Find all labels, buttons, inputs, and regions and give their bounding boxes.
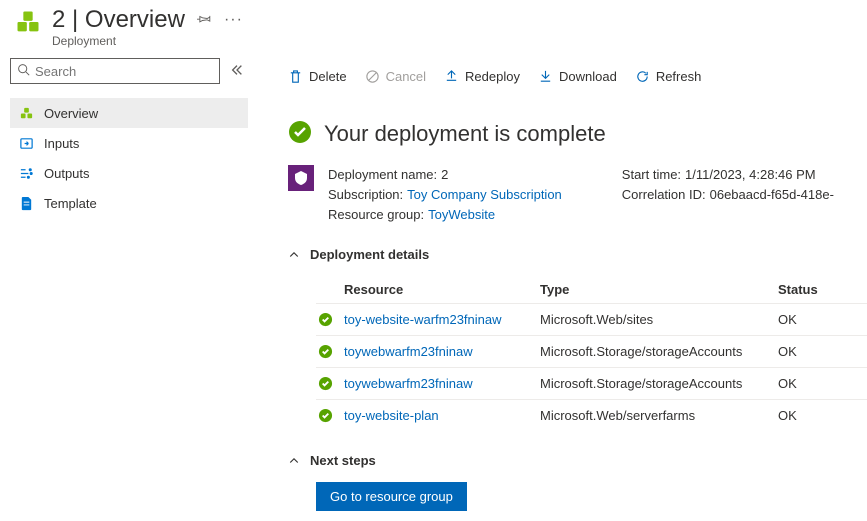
resource-status: OK — [778, 376, 867, 391]
table-row: toywebwarfm23fninaw Microsoft.Storage/sto… — [316, 335, 867, 367]
pin-icon[interactable] — [197, 11, 212, 29]
start-time-label: Start time: — [622, 165, 681, 185]
subscription-link[interactable]: Toy Company Subscription — [407, 185, 562, 205]
success-check-icon — [316, 344, 334, 359]
resource-status: OK — [778, 408, 867, 423]
next-steps-toggle[interactable]: Next steps — [288, 453, 867, 468]
sidebar-item-outputs[interactable]: Outputs — [10, 158, 248, 188]
resource-link[interactable]: toy-website-warfm23fninaw — [344, 312, 502, 327]
table-row: toy-website-plan Microsoft.Web/serverfarm… — [316, 399, 867, 431]
main-content: Delete Cancel Redeploy Download Refresh — [258, 56, 867, 521]
subscription-label: Subscription: — [328, 185, 403, 205]
resource-type: Microsoft.Storage/storageAccounts — [540, 344, 778, 359]
chevron-up-icon — [288, 455, 300, 467]
resource-type: Microsoft.Web/serverfarms — [540, 408, 778, 423]
search-box[interactable] — [10, 58, 220, 84]
table-row: toy-website-warfm23fninaw Microsoft.Web/s… — [316, 303, 867, 335]
search-icon — [17, 63, 30, 79]
sidebar-item-overview[interactable]: Overview — [10, 98, 248, 128]
success-check-icon — [316, 408, 334, 423]
search-input[interactable] — [35, 64, 213, 79]
start-time-value: 1/11/2023, 4:28:46 PM — [685, 165, 816, 185]
page-header: 2 | Overview ··· Deployment — [0, 0, 867, 56]
resource-type: Microsoft.Web/sites — [540, 312, 778, 327]
resource-link[interactable]: toywebwarfm23fninaw — [344, 344, 473, 359]
sidebar: Overview Inputs Outputs Template — [0, 56, 258, 521]
sidebar-item-inputs[interactable]: Inputs — [10, 128, 248, 158]
page-title: 2 | Overview — [52, 6, 185, 34]
table-header: Resource Type Status — [316, 276, 867, 303]
outputs-icon — [18, 165, 34, 181]
redeploy-button[interactable]: Redeploy — [444, 69, 520, 84]
resource-group-label: Resource group: — [328, 205, 424, 225]
sidebar-item-label: Overview — [44, 106, 98, 121]
deployment-icon — [18, 105, 34, 121]
go-to-resource-group-button[interactable]: Go to resource group — [316, 482, 467, 511]
sidebar-item-label: Outputs — [44, 166, 90, 181]
sidebar-item-template[interactable]: Template — [10, 188, 248, 218]
deployment-name-label: Deployment name: — [328, 165, 437, 185]
deployment-details-toggle[interactable]: Deployment details — [288, 247, 867, 262]
status-heading: Your deployment is complete — [324, 121, 606, 147]
success-check-icon — [288, 120, 312, 147]
sidebar-item-label: Inputs — [44, 136, 79, 151]
resource-link[interactable]: toy-website-plan — [344, 408, 439, 423]
correlation-id-value: 06ebaacd-f65d-418e- — [710, 185, 834, 205]
col-header-resource: Resource — [316, 282, 540, 297]
deployment-details-table: Resource Type Status toy-website-warfm23… — [316, 276, 867, 431]
sidebar-item-label: Template — [44, 196, 97, 211]
page-subtitle: Deployment — [52, 34, 243, 48]
resource-type: Microsoft.Storage/storageAccounts — [540, 376, 778, 391]
success-check-icon — [316, 376, 334, 391]
col-header-status: Status — [778, 282, 867, 297]
deployment-name-value: 2 — [441, 165, 448, 185]
deployment-badge-icon — [288, 165, 314, 191]
detail-col-left: Deployment name: 2 Subscription: Toy Com… — [328, 165, 562, 225]
correlation-id-label: Correlation ID: — [622, 185, 706, 205]
deployment-icon — [14, 8, 42, 36]
chevron-up-icon — [288, 249, 300, 261]
resource-status: OK — [778, 344, 867, 359]
inputs-icon — [18, 135, 34, 151]
cancel-button: Cancel — [365, 69, 426, 84]
col-header-type: Type — [540, 282, 778, 297]
template-icon — [18, 195, 34, 211]
table-row: toywebwarfm23fninaw Microsoft.Storage/sto… — [316, 367, 867, 399]
toolbar: Delete Cancel Redeploy Download Refresh — [288, 58, 867, 94]
detail-col-right: Start time: 1/11/2023, 4:28:46 PM Correl… — [622, 165, 834, 225]
more-icon[interactable]: ··· — [224, 11, 243, 29]
success-check-icon — [316, 312, 334, 327]
resource-group-link[interactable]: ToyWebsite — [428, 205, 495, 225]
resource-status: OK — [778, 312, 867, 327]
delete-button[interactable]: Delete — [288, 69, 347, 84]
collapse-sidebar-icon[interactable] — [226, 63, 248, 80]
download-button[interactable]: Download — [538, 69, 617, 84]
refresh-button[interactable]: Refresh — [635, 69, 702, 84]
resource-link[interactable]: toywebwarfm23fninaw — [344, 376, 473, 391]
